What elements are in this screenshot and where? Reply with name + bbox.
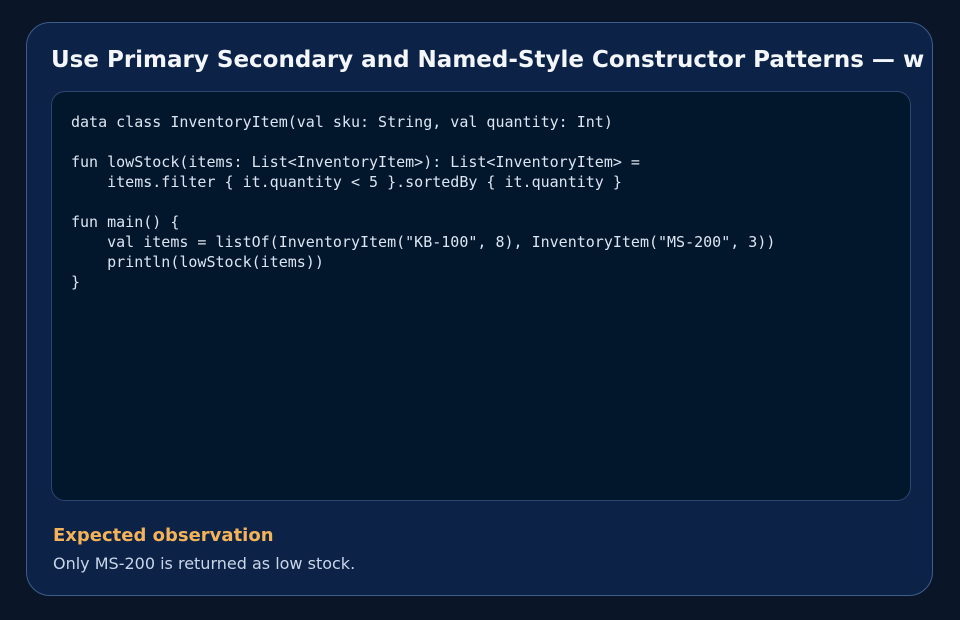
exercise-card: Use Primary Secondary and Named-Style Co… [26,22,933,596]
observation-text: Only MS-200 is returned as low stock. [53,554,356,573]
code-panel[interactable]: data class InventoryItem(val sku: String… [51,91,911,501]
card-title: Use Primary Secondary and Named-Style Co… [51,47,925,73]
observation-heading: Expected observation [53,525,274,546]
code-block[interactable]: data class InventoryItem(val sku: String… [71,112,775,292]
